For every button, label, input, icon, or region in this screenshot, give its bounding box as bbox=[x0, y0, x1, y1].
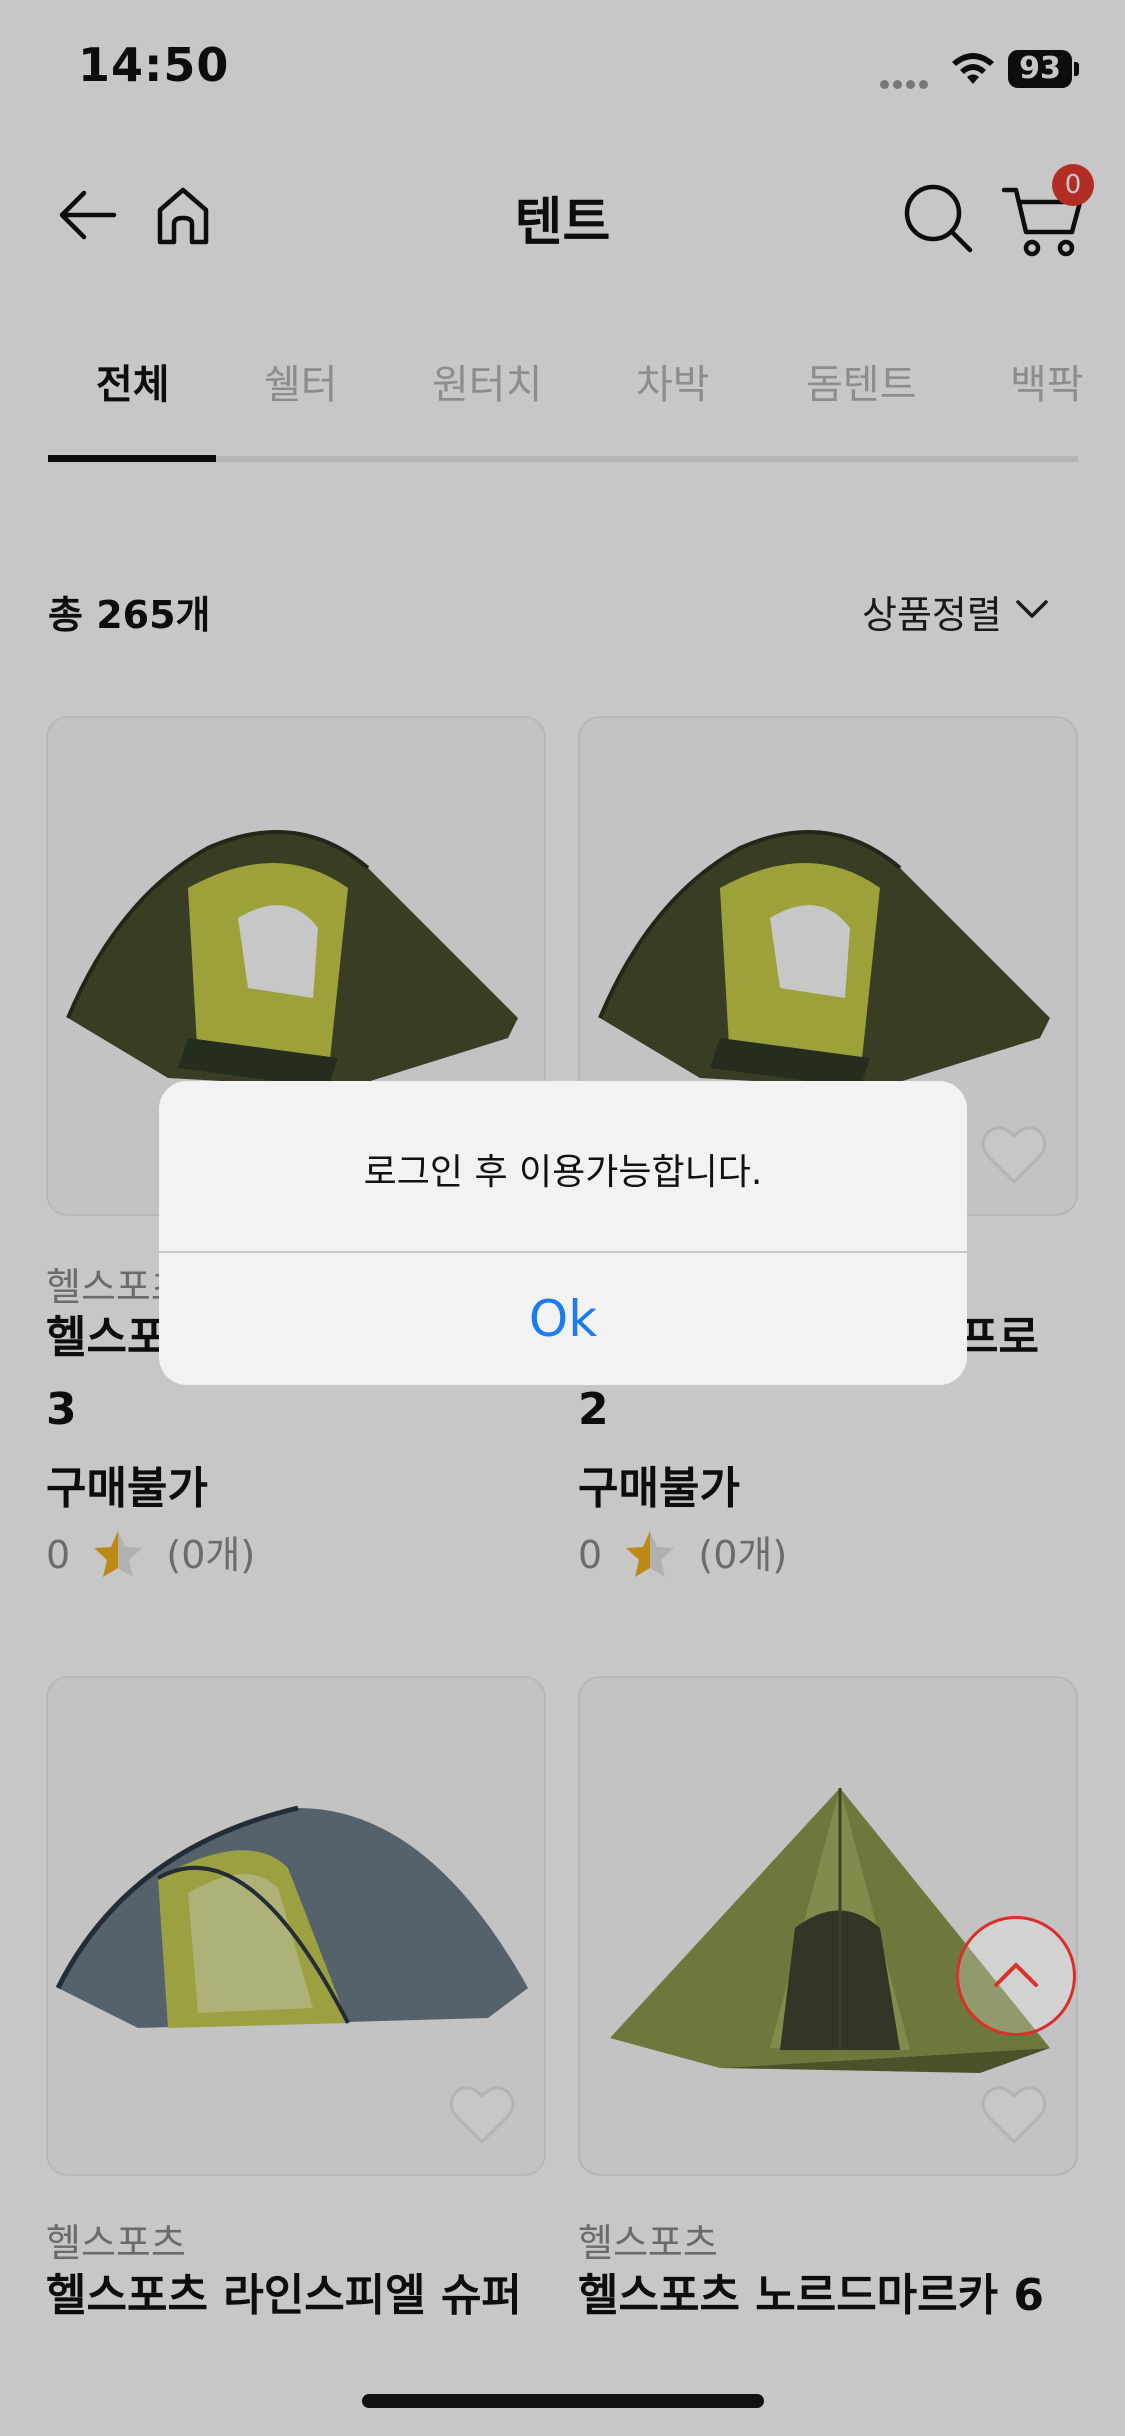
alert-message: 로그인 후 이용가능합니다. bbox=[363, 1152, 763, 1193]
home-indicator[interactable] bbox=[362, 2394, 764, 2408]
chevron-up-icon bbox=[994, 1963, 1038, 1987]
screen: 14:50 93 텐트 0 전체 쉘터 원터치 차박 돔텐트 백팍 총 265개… bbox=[0, 0, 1125, 2436]
ok-button[interactable]: Ok bbox=[159, 1253, 967, 1385]
login-required-alert: 로그인 후 이용가능합니다. Ok bbox=[159, 1081, 967, 1385]
scroll-to-top-button[interactable] bbox=[956, 1916, 1076, 2036]
